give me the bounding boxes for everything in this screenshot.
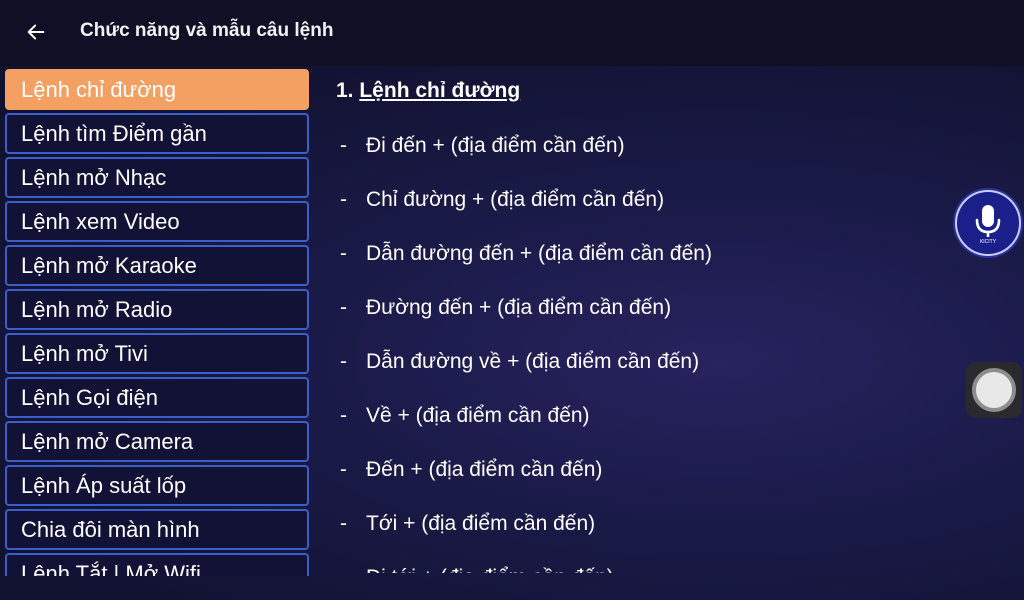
section-title: 1. Lệnh chỉ đường: [336, 79, 520, 103]
command-text: Dẫn đường đến + (địa điểm cần đến): [366, 242, 712, 265]
mic-caption: KICITY: [980, 239, 997, 245]
command-example: - Đi đến + (địa điểm cần đến): [340, 134, 625, 158]
sidebar-item[interactable]: Lệnh Gọi điện: [5, 377, 309, 418]
bullet-dash: -: [340, 512, 347, 535]
section-number: 1.: [336, 79, 354, 102]
sidebar-item[interactable]: Chia đôi màn hình: [5, 509, 309, 550]
command-category-list[interactable]: Lệnh chỉ đường Lệnh tìm Điểm gần Lệnh mở N…: [5, 69, 310, 576]
page-title: Chức năng và mẫu câu lệnh: [80, 20, 334, 41]
sidebar-item[interactable]: Lệnh mở Radio: [5, 289, 309, 330]
sidebar-item[interactable]: Lệnh xem Video: [5, 201, 309, 242]
sidebar-item[interactable]: Lệnh Tắt | Mở Wifi: [5, 553, 309, 576]
command-text: Đi tới + (địa điểm cần đến): [366, 566, 614, 573]
arrow-left-icon: [27, 24, 45, 40]
command-text: Chỉ đường + (địa điểm cần đến): [366, 188, 665, 211]
command-text: Dẫn đường về + (địa điểm cần đến): [366, 350, 700, 373]
command-example: - Dẫn đường về + (địa điểm cần đến): [340, 350, 699, 374]
bullet-dash: -: [340, 404, 347, 427]
command-example: - Về + (địa điểm cần đến): [340, 404, 590, 428]
sidebar-item[interactable]: Lệnh mở Tivi: [5, 333, 309, 374]
top-bar: Chức năng và mẫu câu lệnh: [0, 0, 1024, 66]
command-example: - Đến + (địa điểm cần đến): [340, 458, 602, 482]
sidebar-item[interactable]: Lệnh tìm Điểm gần: [5, 113, 309, 154]
bullet-dash: -: [340, 134, 347, 157]
bullet-dash: -: [340, 566, 366, 573]
command-example: - Đường đến + (địa điểm cần đến): [340, 296, 671, 320]
command-example: - Dẫn đường đến + (địa điểm cần đến): [340, 242, 712, 266]
command-text: Tới + (địa điểm cần đến): [366, 512, 596, 535]
sidebar-item[interactable]: Lệnh mở Nhạc: [5, 157, 309, 198]
command-example: -Đi tới + (địa điểm cần đến): [340, 566, 614, 573]
command-text: Đường đến + (địa điểm cần đến): [366, 296, 672, 319]
assistive-touch-button[interactable]: [966, 362, 1022, 418]
assistive-touch-icon: [972, 368, 1016, 412]
voice-command-button[interactable]: KICITY: [955, 190, 1021, 256]
bullet-dash: -: [340, 242, 347, 265]
back-button[interactable]: [18, 14, 54, 50]
command-detail-panel: 1. Lệnh chỉ đường - Đi đến + (địa điểm cầ…: [336, 66, 936, 573]
command-text: Đến + (địa điểm cần đến): [366, 458, 603, 481]
bullet-dash: -: [340, 188, 347, 211]
command-text: Đi đến + (địa điểm cần đến): [366, 134, 625, 157]
command-example: - Tới + (địa điểm cần đến): [340, 512, 595, 536]
sidebar-item[interactable]: Lệnh chỉ đường: [5, 69, 309, 110]
bullet-dash: -: [340, 296, 347, 319]
section-title-text: Lệnh chỉ đường: [359, 79, 521, 102]
sidebar-item[interactable]: Lệnh Áp suất lốp: [5, 465, 309, 506]
command-example: - Chỉ đường + (địa điểm cần đến): [340, 188, 664, 212]
bullet-dash: -: [340, 350, 347, 373]
sidebar-item[interactable]: Lệnh mở Camera: [5, 421, 309, 462]
content-area: Lệnh chỉ đường Lệnh tìm Điểm gần Lệnh mở N…: [0, 66, 1024, 600]
bullet-dash: -: [340, 458, 347, 481]
sidebar-item[interactable]: Lệnh mở Karaoke: [5, 245, 309, 286]
command-text: Về + (địa điểm cần đến): [366, 404, 590, 427]
microphone-icon: KICITY: [975, 205, 1001, 245]
